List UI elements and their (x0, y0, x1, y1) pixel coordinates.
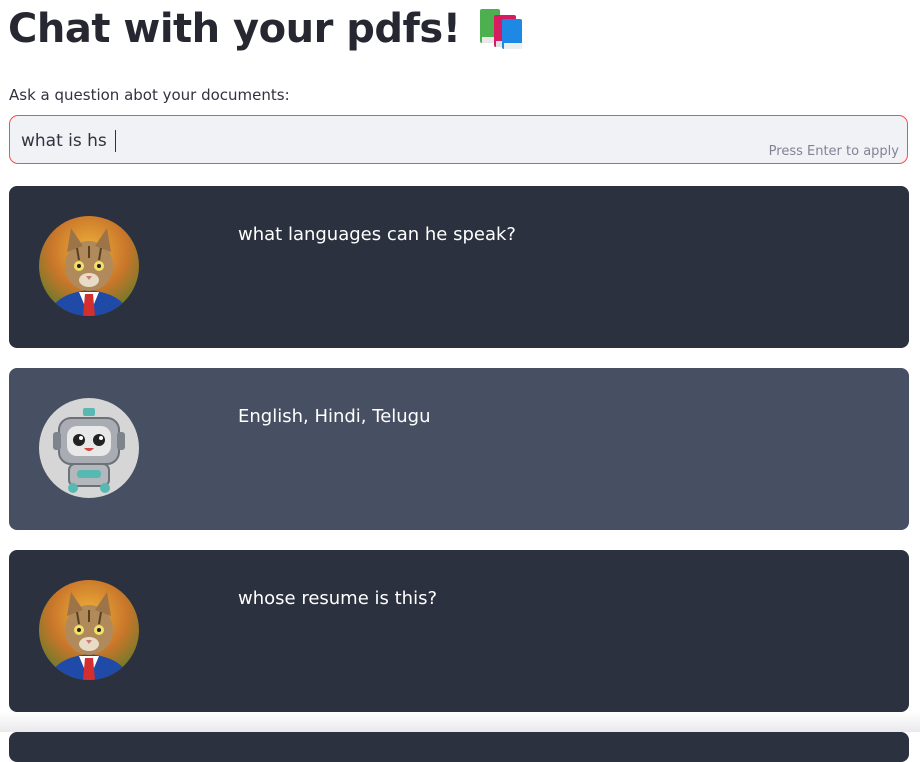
chat-message-partial (9, 732, 909, 762)
page-title-text: Chat with your pdfs! (8, 6, 461, 52)
question-input-label: Ask a question abot your documents: (9, 86, 290, 104)
question-input[interactable]: what is hs Press Enter to apply (9, 115, 908, 164)
chat-message-text: whose resume is this? (238, 588, 438, 609)
chat-message-text: English, Hindi, Telugu (238, 406, 431, 427)
chat-message-bot: English, Hindi, Telugu (9, 368, 909, 530)
press-enter-hint: Press Enter to apply (768, 144, 899, 159)
chat-message-user: what languages can he speak? (9, 186, 909, 348)
cat-avatar-icon (39, 216, 139, 316)
text-caret (115, 130, 116, 152)
robot-avatar-icon (39, 398, 139, 498)
books-icon (478, 7, 526, 51)
page-title: Chat with your pdfs! (8, 6, 526, 52)
chat-message-user: whose resume is this? (9, 550, 909, 712)
question-input-value[interactable]: what is hs (21, 131, 107, 151)
chat-message-text: what languages can he speak? (238, 224, 516, 245)
scroll-fade (0, 712, 920, 732)
cat-avatar-icon (39, 580, 139, 680)
